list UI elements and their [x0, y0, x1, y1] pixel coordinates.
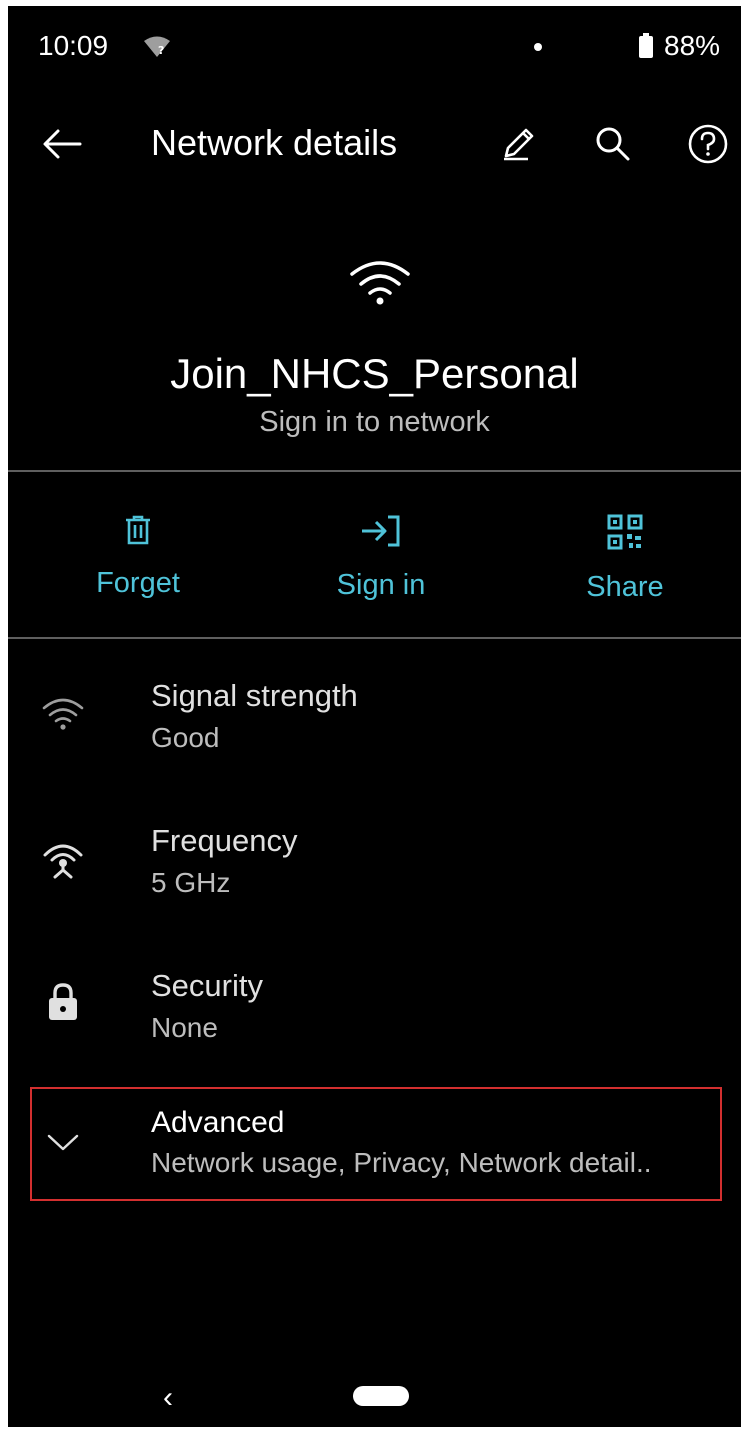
advanced-row[interactable] [30, 1087, 722, 1201]
antenna-icon [38, 839, 88, 879]
detail-value: Good [151, 722, 220, 753]
notification-dot [534, 43, 542, 51]
sign-in-button[interactable]: Sign in [259, 514, 503, 602]
sign-in-label: Sign in [336, 569, 426, 601]
divider [8, 637, 741, 639]
back-arrow-icon[interactable] [34, 116, 90, 172]
signal-strength-row[interactable]: Signal strength Good [8, 656, 741, 766]
divider [8, 470, 741, 472]
status-time: 10:09 [38, 30, 109, 61]
advanced-summary: Network usage, Privacy, Network detail.. [151, 1147, 652, 1178]
screen: 10:09 ? 88% Network details Join_NHCS_Pe… [8, 6, 741, 1427]
detail-value: 5 GHz [151, 867, 231, 898]
detail-title: Signal strength [151, 678, 358, 713]
battery-percent: 88% [664, 30, 721, 61]
advanced-title[interactable]: Advanced [151, 1106, 284, 1140]
qr-code-icon [607, 514, 643, 554]
frequency-row[interactable]: Frequency 5 GHz [8, 801, 741, 911]
wifi-icon [348, 258, 412, 313]
forget-label: Forget [96, 567, 180, 599]
network-status: Sign in to network [259, 406, 490, 438]
share-label: Share [586, 571, 664, 603]
help-icon[interactable] [680, 116, 736, 172]
network-name: Join_NHCS_Personal [170, 350, 579, 397]
pencil-icon[interactable] [490, 116, 546, 172]
nav-home-button[interactable] [353, 1386, 409, 1406]
detail-title: Security [151, 968, 263, 1003]
security-row[interactable]: Security None [8, 946, 741, 1056]
chevron-down-icon[interactable] [46, 1132, 80, 1157]
lock-icon [38, 982, 88, 1022]
svg-text:?: ? [158, 44, 164, 57]
detail-title: Frequency [151, 823, 298, 858]
page-title: Network details [151, 122, 398, 163]
nav-back-button[interactable]: ‹ [163, 1381, 173, 1415]
forget-button[interactable]: Forget [16, 514, 260, 600]
detail-value: None [151, 1012, 218, 1043]
battery-icon [638, 33, 654, 64]
share-button[interactable]: Share [503, 514, 741, 604]
trash-icon [123, 515, 153, 550]
wifi-icon [38, 696, 88, 732]
wifi-unknown-icon: ? [143, 36, 171, 63]
sign-in-icon [360, 515, 402, 552]
search-icon[interactable] [585, 116, 641, 172]
